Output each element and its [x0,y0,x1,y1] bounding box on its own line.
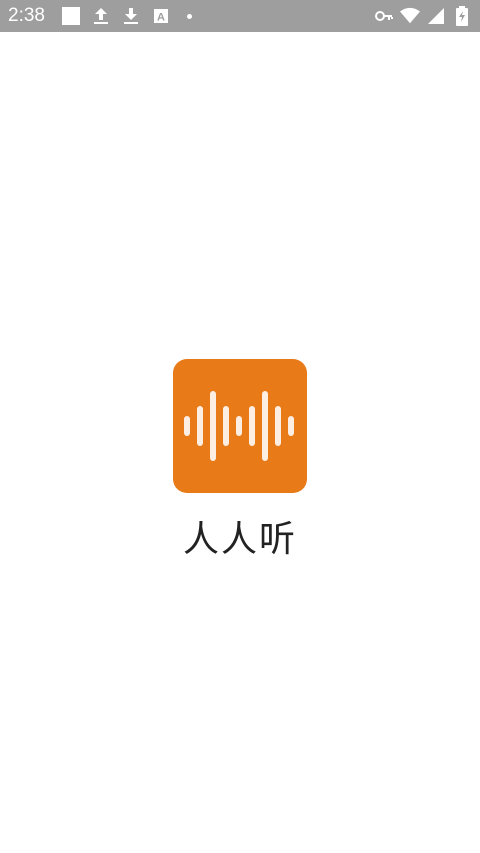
vpn-key-icon [374,6,394,26]
text-app-icon-letter: A [157,12,165,24]
status-bar-right [374,6,472,26]
waveform-bar [249,406,255,446]
splash-screen: 人人听 [0,32,480,853]
status-bar-left: 2:38 A [8,0,192,32]
waveform-bar [184,416,190,436]
wifi-icon [400,6,420,26]
app-name: 人人听 [182,519,297,560]
audio-waveform-icon [184,391,294,461]
waveform-bar [275,406,281,446]
waveform-bar [210,391,216,461]
upload-icon [91,6,111,26]
waveform-bar [223,406,229,446]
waveform-bar [236,416,242,436]
app-logo [173,359,307,493]
waveform-bar [288,416,294,436]
signal-icon [426,6,446,26]
battery-charging-icon [452,6,472,26]
dot-icon [186,13,192,19]
text-app-icon: A [151,6,171,26]
waveform-bar [262,391,268,461]
download-icon [121,6,141,26]
waveform-bar [197,406,203,446]
status-bar: 2:38 A [0,0,480,32]
status-time: 2:38 [8,5,45,26]
square-notification-icon [61,6,81,26]
